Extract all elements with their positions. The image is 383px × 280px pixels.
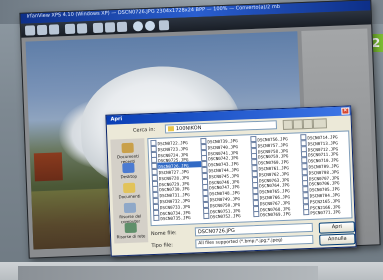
cancel-button[interactable]: Annulla: [319, 233, 356, 246]
place-recent[interactable]: Documenti recenti: [110, 142, 145, 164]
my-documents-icon: [123, 182, 136, 194]
settings-icon[interactable]: [158, 20, 170, 31]
previous-icon[interactable]: [132, 21, 144, 32]
print-icon[interactable]: [76, 23, 88, 34]
place-network[interactable]: Risorse di rete: [114, 222, 149, 239]
slideshow-icon[interactable]: [36, 24, 48, 36]
file-item[interactable]: PSCN0771.JPG: [303, 208, 352, 216]
zoom-in-icon[interactable]: [104, 22, 116, 33]
place-label: Risorse di rete: [116, 233, 146, 240]
place-desktop[interactable]: Desktop: [111, 162, 146, 179]
desktop-icon: [122, 162, 135, 174]
open-file-dialog: Apri × Cerca in: 100NIKON Documenti rece…: [105, 105, 357, 257]
filename-label: Nome file:: [150, 230, 177, 238]
file-column-4: DSCN0714.JPG DSCN0713.JPG DSCN0712.JPG DSCN…: [300, 132, 352, 215]
back-icon[interactable]: [282, 119, 294, 130]
up-folder-icon[interactable]: [292, 119, 304, 130]
places-bar: Documenti recenti Desktop Documenti Riso…: [110, 138, 149, 244]
place-label: Documenti: [118, 193, 141, 200]
cut-icon[interactable]: [92, 22, 104, 34]
open-icon[interactable]: [24, 25, 36, 36]
file-item[interactable]: DSCN0769.JPG: [253, 210, 303, 218]
filetype-label: Tipo file:: [151, 242, 173, 250]
new-folder-icon[interactable]: [302, 118, 314, 130]
file-column-2: DSCN0739.JPG DSCN0740.JPG DSCN0741.JPG DSCN…: [200, 136, 253, 219]
my-computer-icon: [123, 202, 137, 214]
delete-icon[interactable]: [48, 24, 60, 35]
look-in-dropdown[interactable]: 100NIKON: [164, 120, 278, 134]
look-in-label: Cerca in:: [132, 126, 156, 134]
filetype-dropdown[interactable]: All files supported (*.bmp;*.jpg;*.jpeg): [195, 234, 314, 249]
file-column-3: DSCN0756.JPG DSCN0757.JPG DSCN0758.JPG DSCN…: [250, 134, 303, 217]
open-button[interactable]: Apri: [318, 221, 356, 234]
file-item[interactable]: DSCN0735.JPG: [153, 213, 203, 221]
place-documents[interactable]: Documenti: [112, 182, 147, 199]
close-icon[interactable]: ×: [341, 107, 350, 115]
network-icon: [124, 222, 137, 234]
file-column-1: DSCN0722.JPG DSCN0723.JPG DSCN0724.JPG DSCN…: [150, 138, 203, 222]
place-computer[interactable]: Risorse del computer: [113, 202, 148, 224]
view-menu-icon[interactable]: [312, 118, 328, 129]
zoom-out-icon[interactable]: [116, 21, 128, 33]
next-screenshot-edge: [18, 266, 318, 280]
filename-input[interactable]: DSCN0726.JPG: [194, 222, 314, 237]
save-icon[interactable]: [64, 23, 76, 35]
recent-documents-icon: [121, 142, 134, 154]
file-list: DSCN0722.JPG DSCN0723.JPG DSCN0724.JPG DSCN…: [147, 130, 353, 227]
file-item[interactable]: DSCN0752.JPG: [203, 212, 253, 220]
dialog-title: Apri: [110, 116, 123, 123]
photo-shed: [33, 152, 63, 182]
next-icon[interactable]: [144, 20, 156, 32]
place-label: Desktop: [120, 173, 138, 180]
